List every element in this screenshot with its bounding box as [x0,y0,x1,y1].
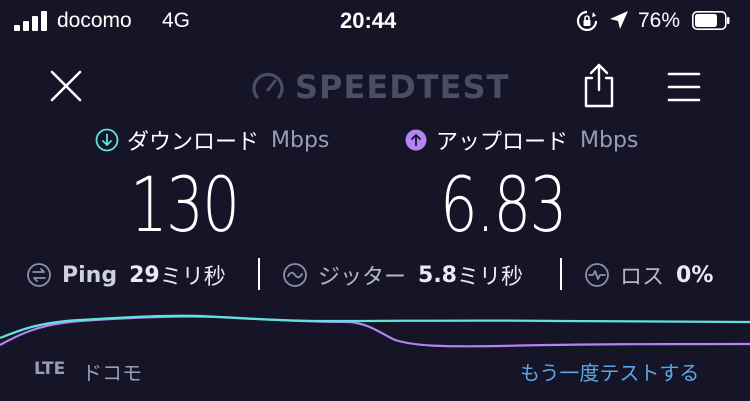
status-bar: docomo 4G 20:44 76% [0,0,750,42]
packet-loss-icon [585,263,609,287]
close-button[interactable] [44,64,88,108]
upload-label: アップロード [436,130,569,155]
speedometer-icon [252,72,284,99]
stat-divider [258,258,260,290]
rotation-lock-icon [576,10,598,32]
upload-unit: Mbps [580,127,639,153]
speedtest-logo: SPEEDTEST [251,67,509,107]
signal-strength-icon [14,11,50,31]
battery-icon [692,11,730,30]
retest-link[interactable]: もう一度テストする [520,357,699,386]
loss-value: 0% [676,262,714,288]
hamburger-menu-icon [667,72,701,102]
ping-value: 29 [129,262,160,288]
loss-stat: ロス 0% [584,259,713,291]
app-header: SPEEDTEST [0,50,750,120]
jitter-value: 5.8 [418,262,457,288]
carrier-name: docomo [57,9,132,32]
close-icon [50,70,82,102]
jitter-unit: ミリ秒 [457,265,524,290]
status-time: 20:44 [340,8,397,33]
speed-graph [0,314,750,348]
loss-label: ロス [620,265,665,290]
latency-stats: Ping 29 ミリ秒 ジッター 5.8 ミリ秒 ロス 0% [0,255,750,295]
share-button[interactable] [580,62,618,108]
download-label: ダウンロード [127,130,260,155]
ping-unit: ミリ秒 [159,265,226,290]
download-arrow-icon [95,128,119,152]
network-type: 4G [162,9,191,32]
jitter-stat: ジッター 5.8 ミリ秒 [282,259,523,291]
connection-type: LTE [34,359,66,379]
download-unit: Mbps [271,127,330,153]
upload-arrow-icon [405,129,427,151]
upload-header: アップロード Mbps [404,124,638,156]
menu-button[interactable] [666,70,702,104]
jitter-wave-icon [283,263,307,287]
provider-name: ドコモ [82,361,142,385]
download-graph-line [0,314,750,340]
location-arrow-icon [610,11,628,29]
logo-text: SPEEDTEST [295,68,510,106]
footer: LTE ドコモ もう一度テストする [0,355,750,387]
ping-stat: Ping 29 ミリ秒 [26,259,226,291]
battery-percentage: 76% [638,9,681,32]
download-speed-value: 130 [130,160,240,249]
jitter-label: ジッター [318,265,407,290]
ping-icon [27,263,51,287]
ping-label: Ping [62,262,118,288]
stat-divider [560,258,562,290]
upload-speed-value: 6.83 [440,160,567,249]
share-icon [584,63,614,108]
download-header: ダウンロード Mbps [95,124,329,156]
